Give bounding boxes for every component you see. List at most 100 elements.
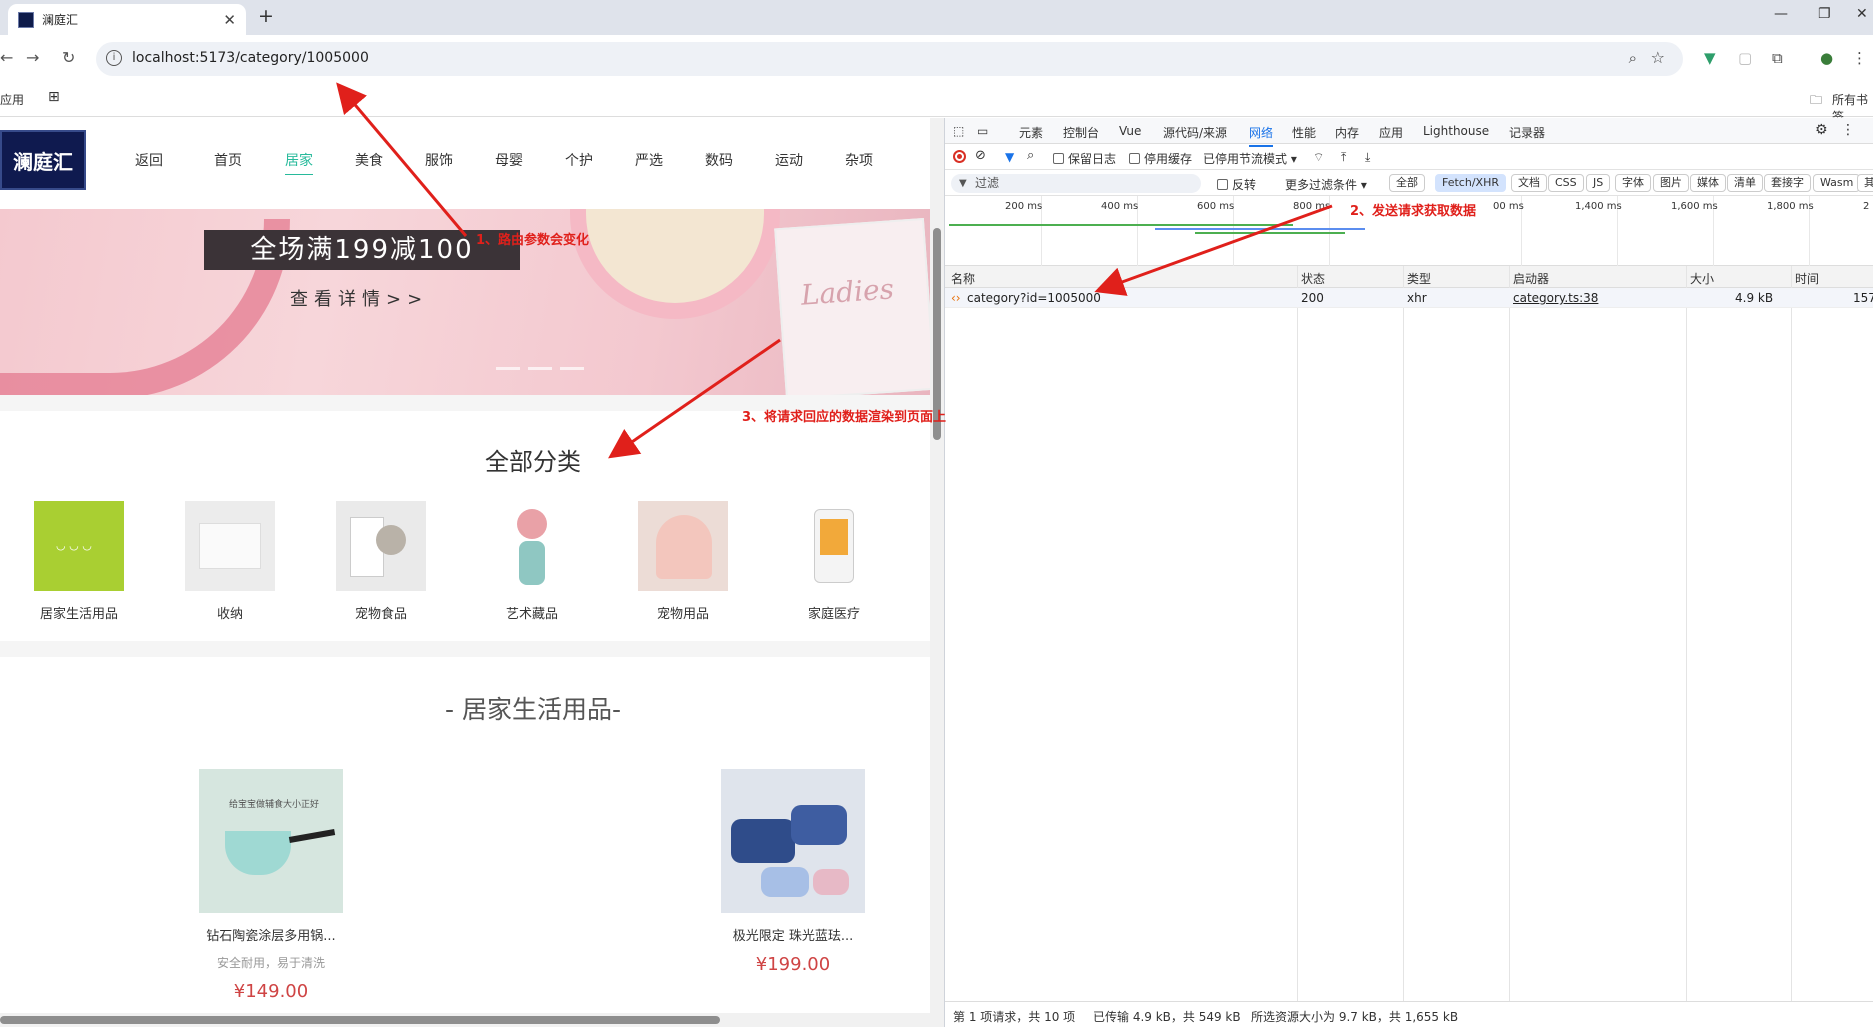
tab-vue[interactable]: Vue bbox=[1119, 124, 1141, 138]
back-icon[interactable]: ← bbox=[0, 48, 13, 67]
table-row[interactable]: ‹› category?id=1005000 200 xhr category.… bbox=[945, 288, 1873, 308]
nav-item-back[interactable]: 返回 bbox=[135, 150, 163, 170]
category-item[interactable]: 宠物食品 bbox=[316, 501, 446, 622]
network-conditions-icon[interactable]: ⌔ bbox=[1313, 150, 1324, 165]
filter-chip-js[interactable]: JS bbox=[1586, 174, 1611, 192]
site-info-icon[interactable]: i bbox=[106, 50, 122, 66]
carousel-indicators[interactable] bbox=[496, 355, 592, 374]
column-header-name[interactable]: 名称 bbox=[951, 270, 975, 287]
product-card[interactable]: 极光限定 珠光蓝珐... ¥199.00 bbox=[713, 769, 873, 975]
filter-chip-manifest[interactable]: 清单 bbox=[1727, 174, 1763, 192]
nav-item-personal-care[interactable]: 个护 bbox=[565, 150, 593, 170]
column-header-initiator[interactable]: 启动器 bbox=[1513, 270, 1549, 287]
browser-tab[interactable]: 澜庭汇 ✕ bbox=[8, 4, 246, 35]
promo-banner[interactable]: Ladies 全场满199减100 查看详情>> bbox=[0, 209, 930, 401]
site-logo[interactable]: 澜庭汇 bbox=[0, 130, 86, 190]
filter-icon[interactable]: ▼ bbox=[1005, 150, 1014, 164]
page-vertical-scrollbar[interactable] bbox=[930, 118, 944, 1027]
nav-item-selected[interactable]: 严选 bbox=[635, 150, 663, 170]
category-item[interactable]: ◡ ◡ ◡ 居家生活用品 bbox=[14, 501, 144, 622]
more-filters-dropdown[interactable]: 更多过滤条件 ▾ bbox=[1285, 176, 1367, 193]
box-text: Ladies bbox=[799, 272, 895, 312]
nav-item-home-living[interactable]: 居家 bbox=[285, 150, 313, 175]
device-toolbar-icon[interactable]: ▭ bbox=[977, 124, 988, 138]
tab-application[interactable]: 应用 bbox=[1379, 124, 1403, 141]
filter-input[interactable]: ▼ 过滤 bbox=[951, 174, 1201, 193]
tab-lighthouse[interactable]: Lighthouse bbox=[1423, 124, 1489, 138]
tab-sources[interactable]: 源代码/来源 bbox=[1163, 124, 1227, 141]
nav-item-home[interactable]: 首页 bbox=[214, 150, 242, 170]
column-header-time[interactable]: 时间 bbox=[1795, 270, 1819, 287]
filter-chip-img[interactable]: 图片 bbox=[1653, 174, 1689, 192]
restore-icon[interactable]: ❐ bbox=[1818, 6, 1831, 22]
reload-icon[interactable]: ↻ bbox=[62, 48, 75, 67]
filter-chip-font[interactable]: 字体 bbox=[1615, 174, 1651, 192]
record-icon[interactable] bbox=[953, 150, 966, 163]
scrollbar-thumb[interactable] bbox=[0, 1016, 720, 1024]
disable-cache-checkbox[interactable]: 停用缓存 bbox=[1129, 150, 1192, 167]
tab-elements[interactable]: 元素 bbox=[1019, 124, 1043, 141]
close-icon[interactable]: ✕ bbox=[223, 11, 236, 29]
filter-chip-doc[interactable]: 文档 bbox=[1511, 174, 1547, 192]
new-tab-icon[interactable]: + bbox=[258, 5, 274, 27]
bookmark-star-icon[interactable]: ☆ bbox=[1651, 48, 1665, 67]
export-har-icon[interactable]: ⤓ bbox=[1365, 150, 1370, 165]
invert-checkbox[interactable]: 反转 bbox=[1217, 176, 1256, 193]
nav-item-misc[interactable]: 杂项 bbox=[845, 150, 873, 170]
preserve-log-checkbox[interactable]: 保留日志 bbox=[1053, 150, 1116, 167]
grid-icon[interactable]: ⊞ bbox=[48, 89, 60, 105]
zoom-icon[interactable]: ⌕ bbox=[1629, 49, 1637, 67]
page-horizontal-scrollbar[interactable] bbox=[0, 1013, 930, 1027]
product-card[interactable]: 给宝宝做辅食大小正好 钻石陶瓷涂层多用锅... 安全耐用，易于清洗 ¥149.0… bbox=[191, 769, 351, 1002]
category-label: 家庭医疗 bbox=[807, 607, 860, 622]
folder-icon[interactable]: 🗀 bbox=[1810, 91, 1822, 112]
more-options-icon[interactable]: ⋮ bbox=[1841, 122, 1855, 138]
filter-chip-socket[interactable]: 套接字 bbox=[1764, 174, 1811, 192]
address-bar[interactable]: i localhost:5173/category/1005000 ⌕ ☆ bbox=[96, 42, 1683, 76]
profile-avatar[interactable]: ● bbox=[1820, 49, 1833, 67]
extensions-puzzle-icon[interactable]: ⧉ bbox=[1772, 49, 1783, 67]
tab-recorder[interactable]: 记录器 bbox=[1509, 124, 1545, 141]
category-item[interactable]: 艺术藏品 bbox=[467, 501, 597, 622]
menu-icon[interactable]: ⋮ bbox=[1852, 49, 1867, 67]
nav-item-digital[interactable]: 数码 bbox=[705, 150, 733, 170]
request-size: 4.9 kB bbox=[1735, 291, 1774, 305]
nav-item-sports[interactable]: 运动 bbox=[775, 150, 803, 170]
filter-chip-fetch-xhr[interactable]: Fetch/XHR bbox=[1435, 174, 1506, 192]
nav-item-food[interactable]: 美食 bbox=[355, 150, 383, 170]
site-favicon-icon bbox=[18, 11, 34, 28]
promo-details-link[interactable]: 查看详情>> bbox=[290, 285, 428, 311]
product-box-image: Ladies bbox=[774, 217, 930, 401]
filter-chip-all[interactable]: 全部 bbox=[1389, 174, 1425, 192]
search-icon[interactable]: ⌕ bbox=[1027, 148, 1034, 163]
vue-devtools-icon[interactable]: ▼ bbox=[1704, 49, 1716, 67]
filter-chip-css[interactable]: CSS bbox=[1548, 174, 1584, 192]
timeline-tick: 00 ms bbox=[1493, 201, 1524, 212]
import-har-icon[interactable]: ⤒ bbox=[1341, 150, 1346, 165]
category-item[interactable]: 宠物用品 bbox=[618, 501, 748, 622]
filter-chip-wasm[interactable]: Wasm bbox=[1813, 174, 1861, 192]
tab-performance[interactable]: 性能 bbox=[1292, 124, 1316, 141]
category-item[interactable]: 家庭医疗 bbox=[769, 501, 899, 622]
clear-icon[interactable]: ⊘ bbox=[975, 148, 986, 163]
tab-memory[interactable]: 内存 bbox=[1335, 124, 1359, 141]
filter-chip-media[interactable]: 媒体 bbox=[1690, 174, 1726, 192]
tab-console[interactable]: 控制台 bbox=[1063, 124, 1099, 141]
request-initiator-link[interactable]: category.ts:38 bbox=[1513, 291, 1598, 305]
apps-bookmark[interactable]: 应用 bbox=[0, 91, 24, 108]
disable-cache-label: 停用缓存 bbox=[1144, 152, 1193, 166]
minimize-icon[interactable]: — bbox=[1774, 6, 1788, 22]
extension-icon[interactable]: ▢ bbox=[1738, 49, 1752, 67]
category-item[interactable]: 收纳 bbox=[165, 501, 295, 622]
nav-item-clothing[interactable]: 服饰 bbox=[425, 150, 453, 170]
settings-gear-icon[interactable]: ⚙ bbox=[1815, 122, 1828, 138]
throttling-select[interactable]: 已停用节流模式 ▾ bbox=[1203, 150, 1297, 167]
column-header-size[interactable]: 大小 bbox=[1690, 270, 1714, 287]
column-header-type[interactable]: 类型 bbox=[1407, 270, 1431, 287]
inspect-element-icon[interactable]: ⬚ bbox=[953, 124, 964, 138]
nav-item-baby[interactable]: 母婴 bbox=[495, 150, 523, 170]
forward-icon[interactable]: → bbox=[26, 48, 39, 67]
filter-chip-other[interactable]: 其 bbox=[1857, 174, 1873, 192]
column-header-status[interactable]: 状态 bbox=[1301, 270, 1325, 287]
close-window-icon[interactable]: ✕ bbox=[1856, 6, 1868, 22]
